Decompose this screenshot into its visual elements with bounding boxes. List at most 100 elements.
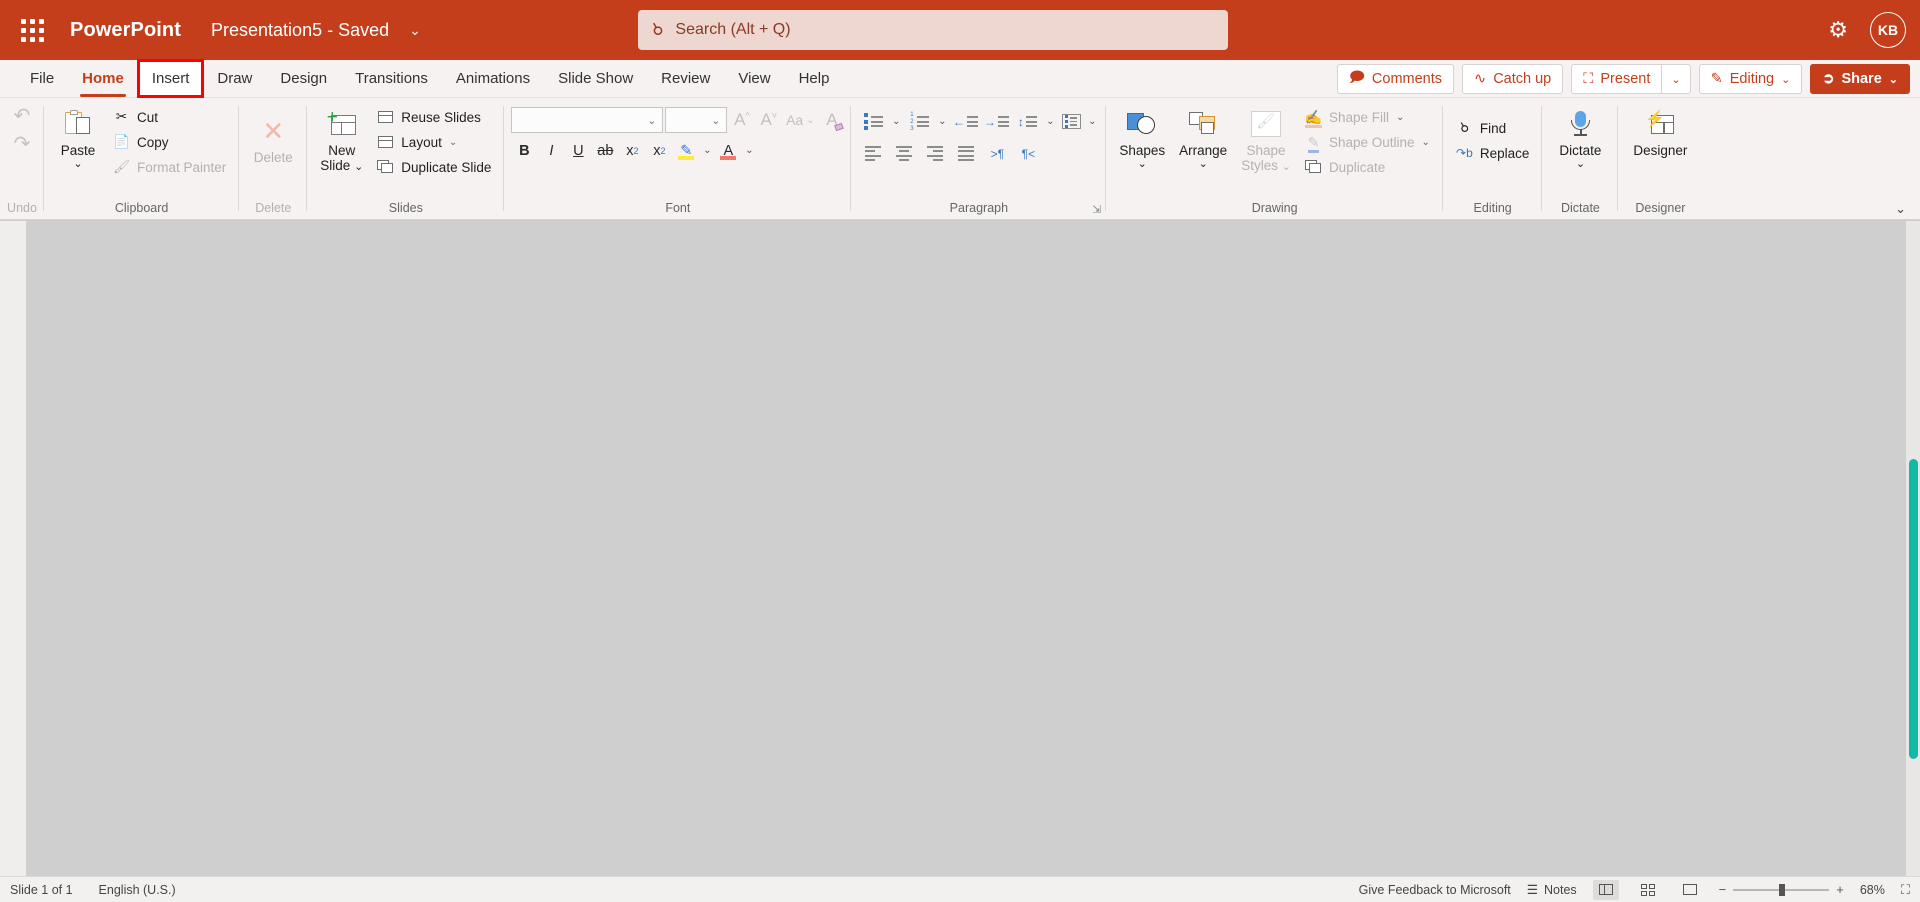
numbered-list-icon[interactable]: 123 bbox=[904, 109, 934, 134]
strikethrough-icon[interactable]: ab bbox=[592, 138, 618, 163]
group-label-designer: Designer bbox=[1635, 201, 1686, 215]
dialog-launcher-icon[interactable]: ⇲ bbox=[1092, 203, 1101, 216]
text-columns-icon[interactable] bbox=[1058, 109, 1084, 134]
align-left-icon[interactable] bbox=[858, 141, 888, 166]
line-spacing-dropdown-icon[interactable]: ⌄ bbox=[1043, 109, 1057, 134]
font-color-icon[interactable]: A bbox=[715, 138, 741, 163]
tab-animations[interactable]: Animations bbox=[442, 60, 544, 97]
vertical-scrollbar-thumb[interactable] bbox=[1909, 459, 1918, 759]
tab-view[interactable]: View bbox=[724, 60, 784, 97]
app-launcher-icon[interactable] bbox=[8, 18, 56, 42]
decrease-indent-icon[interactable]: ← bbox=[950, 109, 980, 134]
font-name-input[interactable]: ⌄ bbox=[511, 107, 664, 133]
subscript-icon[interactable]: x2 bbox=[619, 138, 645, 163]
bold-icon[interactable]: B bbox=[511, 138, 537, 163]
shape-fill-label: Shape Fill bbox=[1328, 109, 1389, 125]
replace-icon: ↷b bbox=[1456, 146, 1473, 160]
normal-view-button[interactable] bbox=[1592, 879, 1619, 900]
zoom-in-button[interactable]: + bbox=[1836, 882, 1844, 897]
paste-button[interactable]: Paste ⌄ bbox=[51, 104, 105, 170]
tab-draw[interactable]: Draw bbox=[203, 60, 266, 97]
gear-icon[interactable]: ⚙ bbox=[1828, 19, 1848, 41]
tab-transitions[interactable]: Transitions bbox=[341, 60, 442, 97]
text-columns-dropdown-icon[interactable]: ⌄ bbox=[1085, 109, 1099, 134]
zoom-track[interactable] bbox=[1733, 883, 1830, 896]
superscript-icon[interactable]: x2 bbox=[646, 138, 672, 163]
present-dropdown-button[interactable]: ⌄ bbox=[1661, 64, 1691, 94]
dictate-button[interactable]: Dictate ⌄ bbox=[1549, 104, 1611, 170]
find-button[interactable]: ☌ Find bbox=[1450, 116, 1536, 140]
reuse-slides-button[interactable]: Reuse Slides bbox=[371, 105, 497, 129]
replace-button[interactable]: ↷b Replace bbox=[1450, 141, 1536, 165]
share-button[interactable]: ➲ Share ⌄ bbox=[1810, 64, 1910, 94]
zoom-thumb[interactable] bbox=[1779, 883, 1786, 896]
shapes-button[interactable]: Shapes ⌄ bbox=[1113, 104, 1171, 170]
underline-icon[interactable]: U bbox=[565, 138, 591, 163]
zoom-level-label[interactable]: 68% bbox=[1860, 883, 1885, 897]
font-color-dropdown-icon[interactable]: ⌄ bbox=[742, 138, 756, 163]
fit-slide-icon[interactable]: ⛶ bbox=[1901, 882, 1910, 898]
zoom-slider[interactable]: − + bbox=[1719, 882, 1844, 897]
feedback-label[interactable]: Give Feedback to Microsoft bbox=[1359, 883, 1511, 897]
designer-button[interactable]: ⚡ Designer bbox=[1625, 104, 1695, 158]
increase-indent-icon[interactable]: → bbox=[981, 109, 1011, 134]
duplicate-slide-button[interactable]: Duplicate Slide bbox=[371, 155, 497, 179]
vertical-scrollbar-track[interactable] bbox=[1906, 221, 1920, 902]
zoom-out-button[interactable]: − bbox=[1719, 882, 1727, 897]
align-center-icon[interactable] bbox=[889, 141, 919, 166]
notes-button[interactable]: ☰ Notes bbox=[1527, 882, 1577, 898]
designer-icon: ⚡ bbox=[1645, 107, 1675, 141]
text-highlight-icon[interactable]: ✎ bbox=[673, 138, 699, 163]
tab-file[interactable]: File bbox=[16, 60, 68, 97]
catch-up-button[interactable]: ∿ Catch up bbox=[1462, 64, 1564, 94]
editing-mode-button[interactable]: ✎ Editing ⌄ bbox=[1698, 64, 1803, 94]
slide-canvas-area[interactable] bbox=[0, 220, 1920, 902]
tab-help[interactable]: Help bbox=[785, 60, 844, 97]
share-icon: ➲ bbox=[1822, 71, 1835, 87]
redo-arrow-icon[interactable]: ↷ bbox=[14, 129, 31, 157]
app-name: PowerPoint bbox=[70, 18, 182, 41]
new-slide-label-line2: Slide ⌄ bbox=[320, 158, 364, 174]
tab-review[interactable]: Review bbox=[647, 60, 724, 97]
avatar[interactable]: KB bbox=[1870, 12, 1906, 48]
italic-icon[interactable]: I bbox=[538, 138, 564, 163]
search-input[interactable]: ☌ Search (Alt + Q) bbox=[638, 10, 1228, 50]
bullet-list-dropdown-icon[interactable]: ⌄ bbox=[889, 109, 903, 134]
bullet-list-icon[interactable] bbox=[858, 109, 888, 134]
editing-commands: ☌ Find ↷b Replace bbox=[1450, 115, 1536, 165]
left-to-right-icon[interactable]: >¶ bbox=[982, 141, 1012, 166]
tab-insert[interactable]: Insert bbox=[136, 59, 205, 98]
shape-fill-button: ✍ Shape Fill ⌄ bbox=[1299, 105, 1436, 129]
document-title[interactable]: Presentation5 - Saved bbox=[211, 20, 389, 41]
comments-button[interactable]: 🗩 Comments bbox=[1336, 64, 1455, 94]
copy-button[interactable]: 📄 Copy bbox=[107, 130, 232, 154]
slide-sorter-view-button[interactable] bbox=[1635, 880, 1661, 900]
ribbon-collapse-chevron-down-icon[interactable]: ⌄ bbox=[1895, 201, 1906, 217]
slide-thumbnail-pane[interactable] bbox=[0, 221, 26, 902]
line-spacing-icon[interactable]: ↕ bbox=[1012, 109, 1042, 134]
new-slide-label-line1: New bbox=[328, 143, 356, 158]
tab-design[interactable]: Design bbox=[266, 60, 341, 97]
text-highlight-dropdown-icon[interactable]: ⌄ bbox=[700, 138, 714, 163]
right-to-left-icon[interactable]: ¶< bbox=[1013, 141, 1043, 166]
undo-arrow-icon[interactable]: ↶ bbox=[14, 101, 31, 129]
cut-label: Cut bbox=[137, 109, 159, 125]
cut-button[interactable]: ✂ Cut bbox=[107, 105, 232, 129]
shape-styles-icon bbox=[1251, 107, 1282, 141]
reading-view-button[interactable] bbox=[1677, 880, 1703, 900]
layout-button[interactable]: Layout ⌄ bbox=[371, 130, 497, 154]
numbered-list-dropdown-icon[interactable]: ⌄ bbox=[935, 109, 949, 134]
justify-icon[interactable] bbox=[951, 141, 981, 166]
chevron-down-icon: ⌄ bbox=[1137, 158, 1147, 171]
present-button[interactable]: ⛶ Present bbox=[1571, 64, 1662, 94]
tab-slide-show[interactable]: Slide Show bbox=[544, 60, 647, 97]
slides-commands: Reuse Slides Layout ⌄ Duplicate Slide bbox=[371, 104, 497, 179]
arrange-button[interactable]: Arrange ⌄ bbox=[1173, 104, 1233, 170]
font-size-input[interactable]: ⌄ bbox=[665, 107, 728, 133]
language-label[interactable]: English (U.S.) bbox=[99, 883, 176, 897]
align-right-icon[interactable] bbox=[920, 141, 950, 166]
document-menu-chevron-down-icon[interactable]: ⌄ bbox=[409, 22, 421, 39]
tab-home[interactable]: Home bbox=[68, 60, 138, 97]
new-slide-button[interactable]: + New Slide ⌄ bbox=[314, 104, 369, 173]
change-case-icon: Aa ⌄ bbox=[786, 112, 815, 128]
